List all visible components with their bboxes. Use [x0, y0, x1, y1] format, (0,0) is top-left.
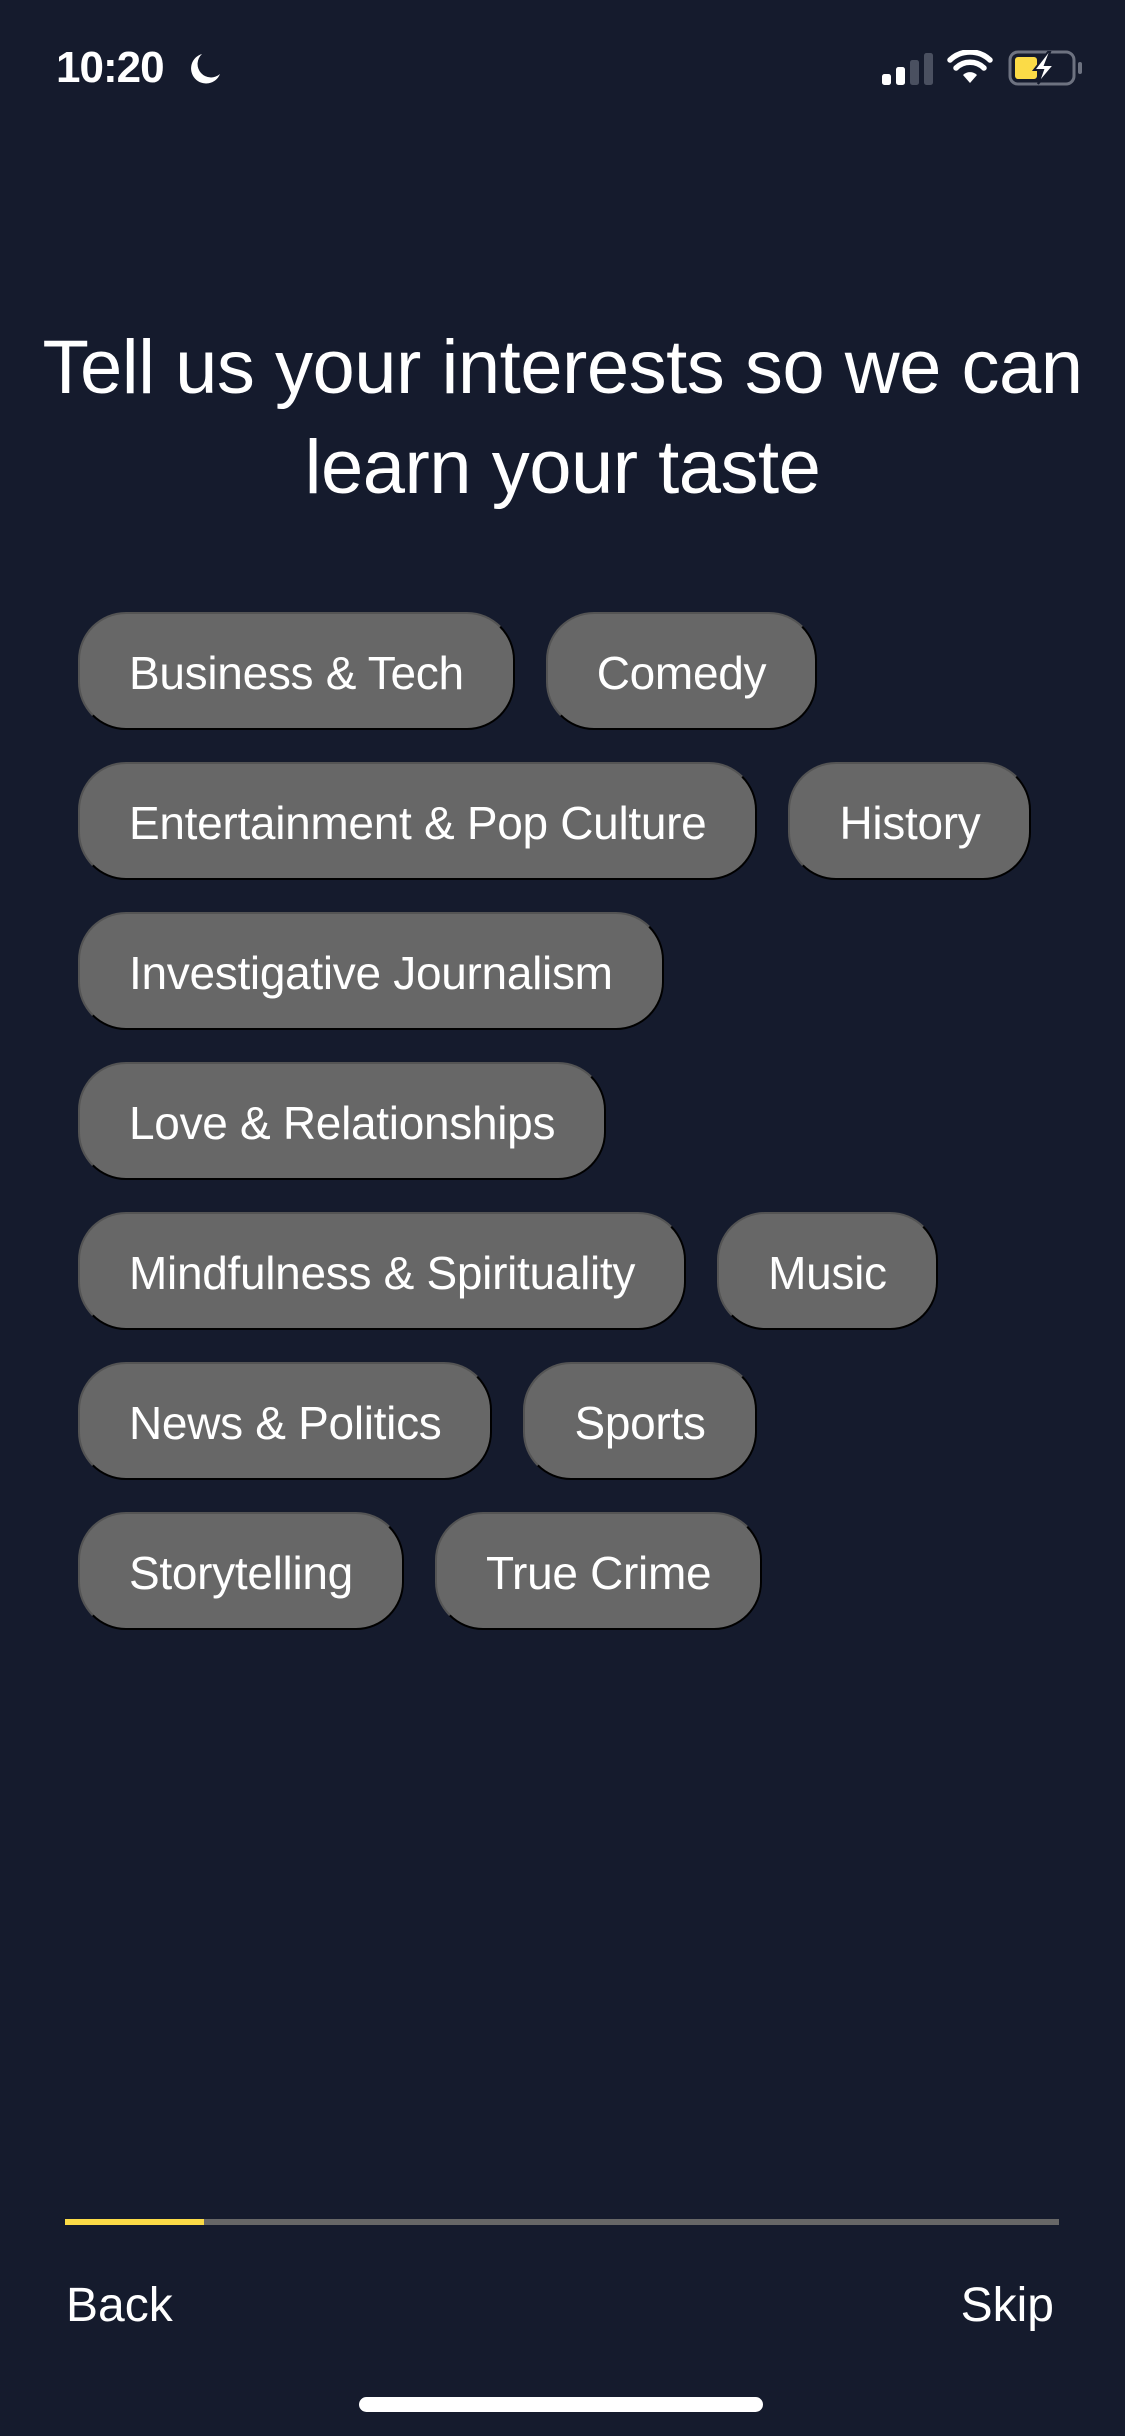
- interest-chip-entertainment-pop-culture[interactable]: Entertainment & Pop Culture: [78, 762, 758, 880]
- status-bar: 10:20: [0, 0, 1125, 140]
- cellular-signal-icon: [882, 53, 933, 85]
- interest-chip-sports[interactable]: Sports: [523, 1362, 757, 1480]
- moon-icon: [191, 54, 220, 84]
- interest-chip-true-crime[interactable]: True Crime: [434, 1512, 763, 1630]
- status-time: 10:20: [56, 43, 165, 92]
- interest-chip-mindfulness-spirituality[interactable]: Mindfulness & Spirituality: [78, 1212, 687, 1330]
- onboarding-progress-fill: [65, 2219, 205, 2225]
- interest-chip-love-relationships[interactable]: Love & Relationships: [78, 1062, 607, 1180]
- interest-chip-storytelling[interactable]: Storytelling: [78, 1512, 404, 1630]
- onboarding-progress-bar: [65, 2219, 1059, 2225]
- home-indicator[interactable]: [359, 2397, 763, 2412]
- wifi-icon: [947, 50, 993, 83]
- page-title: Tell us your interests so we can learn y…: [42, 325, 1083, 510]
- skip-button[interactable]: Skip: [961, 2278, 1054, 2334]
- interest-chip-business-tech[interactable]: Business & Tech: [78, 612, 515, 730]
- interest-chip-music[interactable]: Music: [717, 1212, 938, 1330]
- back-button[interactable]: Back: [66, 2278, 173, 2334]
- battery-charging-icon: [1008, 50, 1082, 86]
- interest-chip-comedy[interactable]: Comedy: [545, 612, 818, 730]
- interest-chip-list: Business & Tech Comedy Entertainment & P…: [78, 612, 1038, 1630]
- interest-chip-history[interactable]: History: [788, 762, 1032, 880]
- interest-chip-news-politics[interactable]: News & Politics: [78, 1362, 493, 1480]
- interest-chip-investigative-journalism[interactable]: Investigative Journalism: [78, 912, 664, 1030]
